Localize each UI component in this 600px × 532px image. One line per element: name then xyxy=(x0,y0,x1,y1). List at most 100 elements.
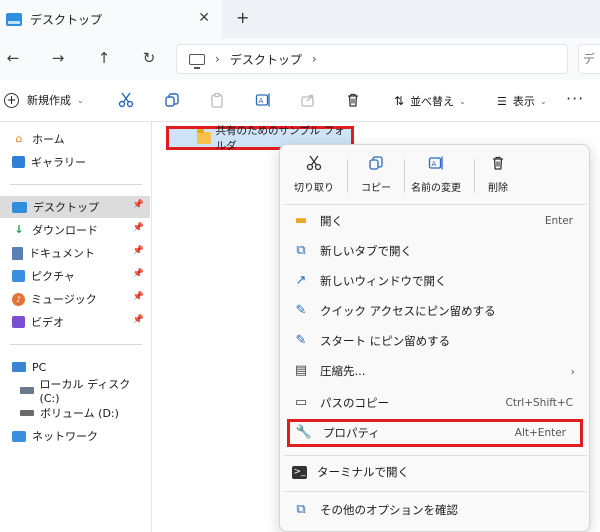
divider xyxy=(10,344,142,345)
sort-label: 並べ替え xyxy=(410,95,455,108)
drive-icon xyxy=(20,410,34,416)
new-tab-button[interactable]: + xyxy=(236,8,249,27)
copy-icon[interactable] xyxy=(162,92,182,112)
forward-button[interactable]: → xyxy=(48,48,68,68)
menu-item-label: クイック アクセスにピン留めする xyxy=(320,304,496,318)
folder-icon xyxy=(197,129,212,144)
menu-item-open-new-tab[interactable]: ⧉ 新しいタブで開く xyxy=(284,237,587,265)
video-icon xyxy=(12,316,25,328)
view-button[interactable]: ☰ 表示 ⌄ xyxy=(497,93,547,109)
chevron-right-icon[interactable]: › xyxy=(312,52,317,66)
close-icon[interactable]: ✕ xyxy=(198,10,210,26)
menu-item-open[interactable]: ▬ 開く Enter xyxy=(284,207,587,235)
navigation-bar: ← → ↑ ↻ › デスクトップ › デ xyxy=(0,38,600,80)
sidebar-item-label: ギャラリー xyxy=(31,156,86,169)
divider xyxy=(10,184,142,185)
new-button[interactable]: + 新規作成 ⌄ xyxy=(4,92,84,108)
up-button[interactable]: ↑ xyxy=(94,48,114,68)
copy-button[interactable]: コピー xyxy=(342,155,410,199)
sidebar-item-desktop[interactable]: デスクトップ 📌 xyxy=(0,196,150,218)
copy-label: コピー xyxy=(361,183,391,194)
terminal-icon: >_ xyxy=(292,465,307,479)
paste-icon[interactable] xyxy=(207,92,227,112)
back-button[interactable]: ← xyxy=(3,48,23,68)
sidebar-item-label: ネットワーク xyxy=(32,430,98,443)
menu-item-pin-start[interactable]: ✎ スタート にピン留めする xyxy=(284,327,587,355)
menu-item-copy-path[interactable]: ▭ パスのコピー Ctrl+Shift+C xyxy=(284,389,587,417)
sidebar-item-downloads[interactable]: ↓ ダウンロード 📌 xyxy=(0,219,150,241)
music-icon: ♪ xyxy=(12,292,25,306)
sort-button[interactable]: ⇅ 並べ替え ⌄ xyxy=(394,93,466,109)
cut-icon[interactable] xyxy=(116,92,136,112)
wrench-icon: 🔧 xyxy=(295,425,313,440)
pin-icon[interactable]: 📌 xyxy=(133,200,144,210)
sidebar-item-videos[interactable]: ビデオ 📌 xyxy=(0,311,150,333)
menu-item-compress[interactable]: ▤ 圧縮先... › xyxy=(284,357,587,385)
menu-item-pin-quick-access[interactable]: ✎ クイック アクセスにピン留めする xyxy=(284,297,587,325)
pin-icon: ✎ xyxy=(295,303,307,318)
pin-icon[interactable]: 📌 xyxy=(133,292,144,302)
sidebar-item-label: ローカル ディスク (C:) xyxy=(39,377,131,405)
desktop-icon xyxy=(12,201,27,213)
new-tab-icon: ⧉ xyxy=(296,243,306,258)
menu-item-properties[interactable]: 🔧 プロパティ Alt+Enter xyxy=(287,419,583,447)
document-icon xyxy=(12,246,23,260)
cut-button[interactable]: 切り取り xyxy=(280,155,348,199)
menu-item-open-new-window[interactable]: ↗ 新しいウィンドウで開く xyxy=(284,267,587,295)
sidebar-item-label: ホーム xyxy=(32,133,65,146)
menu-item-more-options[interactable]: ⧉ その他のオプションを確認 xyxy=(284,496,587,524)
breadcrumb-desktop[interactable]: デスクトップ xyxy=(230,51,302,68)
menu-item-shortcut: Ctrl+Shift+C xyxy=(505,397,573,409)
cut-icon xyxy=(280,155,348,175)
sidebar-item-pictures[interactable]: ピクチャ 📌 xyxy=(0,265,150,287)
sidebar-item-drive-c[interactable]: ローカル ディスク (C:) xyxy=(0,378,150,405)
divider xyxy=(284,491,587,492)
chevron-down-icon: ⌄ xyxy=(539,96,547,106)
rename-icon[interactable]: A xyxy=(253,92,273,112)
svg-text:A: A xyxy=(432,160,437,168)
menu-item-shortcut: Enter xyxy=(544,215,573,227)
more-options-icon: ⧉ xyxy=(296,502,306,517)
menu-item-open-terminal[interactable]: >_ ターミナルで開く xyxy=(284,458,587,486)
rename-label: 名前の変更 xyxy=(411,183,461,194)
sidebar-item-music[interactable]: ♪ ミュージック 📌 xyxy=(0,288,150,310)
svg-text:A: A xyxy=(259,97,264,105)
pin-icon[interactable]: 📌 xyxy=(133,269,144,279)
chevron-right-icon: › xyxy=(570,364,575,378)
delete-icon[interactable] xyxy=(343,92,363,112)
drive-icon xyxy=(20,386,34,394)
sidebar-item-label: PC xyxy=(32,360,47,374)
picture-icon xyxy=(12,270,25,282)
delete-button[interactable]: 削除 xyxy=(464,155,532,199)
menu-item-shortcut: Alt+Enter xyxy=(514,427,566,439)
pin-icon[interactable]: 📌 xyxy=(133,223,144,233)
sidebar-item-gallery[interactable]: ギャラリー xyxy=(0,151,150,173)
sidebar-item-label: ボリューム (D:) xyxy=(40,407,119,420)
tab-title: デスクトップ xyxy=(30,12,103,27)
desktop-icon xyxy=(6,12,22,26)
chevron-right-icon[interactable]: › xyxy=(215,52,220,66)
refresh-button[interactable]: ↻ xyxy=(139,48,159,68)
command-bar: + 新規作成 ⌄ A ⇅ 並べ替え ⌄ ☰ 表示 ⌄ ··· xyxy=(0,80,600,122)
plus-icon: + xyxy=(4,92,19,108)
pc-icon xyxy=(12,362,26,372)
sort-icon: ⇅ xyxy=(394,94,405,108)
view-label: 表示 xyxy=(512,95,535,108)
search-input[interactable]: デ xyxy=(578,44,600,74)
sidebar-item-home[interactable]: ⌂ ホーム xyxy=(0,128,150,150)
more-options-icon[interactable]: ··· xyxy=(566,89,584,108)
sidebar-item-label: デスクトップ xyxy=(33,201,99,214)
sidebar-item-drive-d[interactable]: ボリューム (D:) xyxy=(0,402,150,424)
chevron-down-icon: ⌄ xyxy=(77,95,84,105)
network-icon xyxy=(12,430,26,442)
pin-icon[interactable]: 📌 xyxy=(133,315,144,325)
sidebar-item-documents[interactable]: ドキュメント 📌 xyxy=(0,242,150,264)
share-icon[interactable] xyxy=(298,92,318,112)
tab-desktop[interactable]: デスクトップ ✕ xyxy=(0,0,222,38)
rename-button[interactable]: A 名前の変更 xyxy=(402,155,470,199)
navigation-pane: ⌂ ホーム ギャラリー デスクトップ 📌 ↓ ダウンロード 📌 ドキュメント 📌… xyxy=(0,122,152,532)
pin-icon[interactable]: 📌 xyxy=(133,246,144,256)
divider xyxy=(284,455,587,456)
address-bar[interactable]: › デスクトップ › xyxy=(176,44,568,74)
sidebar-item-network[interactable]: ネットワーク xyxy=(0,425,150,447)
